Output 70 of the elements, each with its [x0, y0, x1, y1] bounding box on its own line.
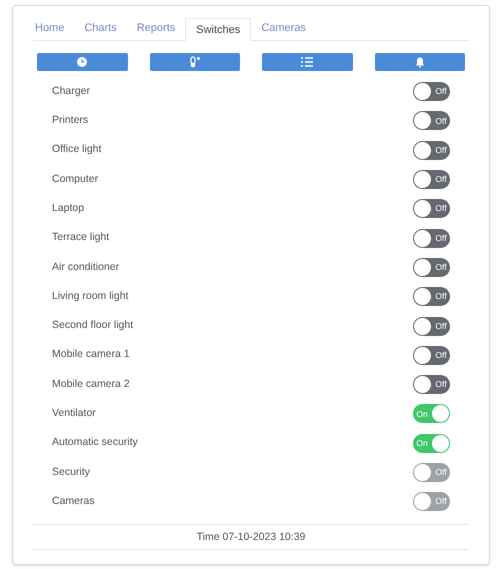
toolbar-button[interactable] [374, 53, 465, 71]
toggle-switch[interactable]: Off [413, 316, 450, 336]
switch-label: Air conditioner [52, 260, 120, 275]
switch-state: Off [434, 495, 448, 508]
switch-knob [414, 230, 431, 247]
toolbar-button[interactable] [150, 53, 240, 71]
toggle-switch[interactable]: Off [413, 199, 450, 218]
toggle-switch[interactable]: Off [413, 140, 450, 160]
tab[interactable]: Cameras [251, 17, 316, 40]
toggle-switch[interactable]: Off [413, 82, 450, 102]
thermometer-icon [188, 56, 201, 68]
switch-knob [414, 142, 431, 159]
switch-state: Off [434, 290, 448, 304]
switch-state: Off [434, 114, 448, 128]
switch-state: On [415, 408, 429, 420]
toggle-switch[interactable]: Off [413, 170, 450, 190]
toggle-switch[interactable]: Off [413, 258, 450, 277]
switch-knob [414, 346, 431, 364]
switch-label: Second floor light [52, 318, 134, 334]
switch-knob [414, 376, 431, 394]
switch-label: Mobile camera 1 [52, 347, 130, 362]
switch-knob [414, 464, 431, 481]
switch-label: Automatic security [52, 435, 138, 450]
switch-label: Computer [52, 172, 98, 187]
toggle-switch[interactable]: Off [413, 375, 450, 394]
switch-state: Off [434, 173, 448, 186]
switch-state: On [415, 436, 429, 450]
switch-state: Off [434, 378, 448, 391]
switch-label: Cameras [52, 494, 95, 509]
switch-state: Off [434, 261, 448, 274]
switch-state: Off [434, 348, 448, 362]
switch-label: Charger [52, 84, 90, 99]
switch-state: Off [434, 466, 448, 479]
switch-label: Office light [52, 142, 102, 158]
switch-knob [414, 258, 431, 276]
switch-label: Terrace light [52, 230, 110, 246]
timestamp: Time 07-10-2023 10:39 [196, 530, 306, 545]
toolbar-button[interactable] [262, 53, 352, 71]
tab[interactable]: Charts [74, 17, 127, 40]
switch-knob [414, 318, 431, 335]
switch-label: Laptop [52, 200, 84, 216]
tab[interactable]: Switches [185, 18, 252, 41]
switch-state: Off [434, 144, 448, 157]
switch-label: Mobile camera 2 [52, 376, 130, 392]
list-icon [301, 57, 314, 67]
clock-icon [77, 57, 88, 67]
switch-knob [414, 288, 431, 306]
toggle-switch[interactable]: Off [413, 111, 450, 130]
bell-icon [414, 56, 425, 68]
switch-state: Off [434, 320, 448, 332]
switch-label: Printers [52, 113, 88, 128]
switch-state: Off [434, 232, 448, 244]
switch-knob [414, 171, 431, 188]
toggle-switch[interactable]: Off [413, 228, 450, 248]
switch-knob [432, 434, 449, 452]
tab[interactable]: Home [33, 17, 74, 40]
toggle-switch[interactable]: Off [413, 346, 450, 365]
switch-label: Security [52, 464, 90, 480]
switch-label: Ventilator [52, 406, 96, 422]
toolbar-button[interactable] [37, 53, 128, 71]
tab[interactable]: Reports [126, 17, 186, 40]
switch-knob [414, 493, 431, 510]
switch-state: Off [434, 85, 448, 98]
switch-knob [414, 200, 431, 218]
switch-knob [414, 112, 431, 130]
toggle-switch[interactable]: Off [413, 287, 450, 306]
switch-label: Living room light [52, 288, 128, 304]
switch-knob [414, 83, 431, 100]
switch-knob [432, 405, 449, 422]
switch-state: Off [434, 202, 448, 216]
